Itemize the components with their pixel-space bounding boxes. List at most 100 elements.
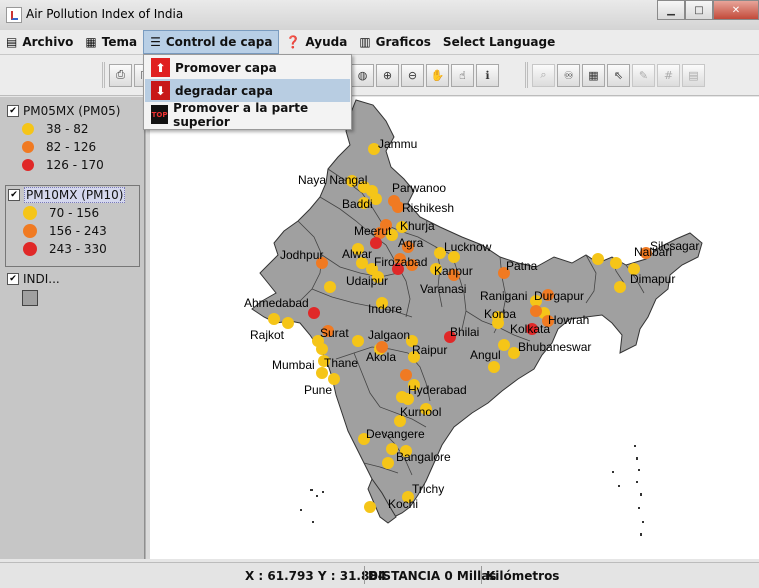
pollution-marker[interactable] [610, 257, 622, 269]
pollution-marker[interactable] [400, 369, 412, 381]
menu-bar: ▤ Archivo ▦ Tema ☰ Control de capa ❓ Ayu… [0, 30, 759, 55]
legend-layer-pm10[interactable]: ✔ PM10MX (PM10) 70 - 156 156 - 243 243 -… [5, 185, 140, 267]
menu-item-degradar-capa[interactable]: ⬇ degradar capa [145, 79, 350, 102]
menu-graficos[interactable]: ▥ Graficos [353, 31, 437, 53]
city-label: Jodhpur [280, 248, 323, 262]
legend-class: 70 - 156 [6, 204, 139, 222]
menu-label: Tema [101, 35, 138, 49]
legend-class-label: 156 - 243 [49, 224, 107, 238]
pollution-marker[interactable] [316, 343, 328, 355]
city-label: Raipur [412, 343, 447, 357]
legend-class: 126 - 170 [5, 156, 138, 174]
java-app-icon [6, 7, 22, 23]
select-hand-icon[interactable]: ☝ [451, 63, 474, 87]
city-label: Thane [324, 356, 358, 370]
city-label: Ranigani [480, 289, 527, 303]
orange-dot-icon [22, 141, 34, 153]
grid-icon: ▦ [85, 35, 97, 49]
city-label: Rajkot [250, 328, 285, 342]
distance-readout: DISTANCIA 0 Millas [368, 569, 497, 583]
layer-visibility-checkbox[interactable]: ✔ [8, 189, 20, 201]
maximize-button[interactable]: □ [685, 0, 713, 20]
map-canvas[interactable]: Jammu Naya Nangal Parwanoo Baddi Rishikesh Me… [150, 97, 759, 559]
city-label: Devangere [366, 427, 425, 441]
folder-icon: ▤ [6, 35, 18, 49]
pan-hand-icon[interactable]: ✋ [426, 63, 449, 87]
pollution-marker[interactable] [324, 281, 336, 293]
city-label: Hyderabad [408, 383, 467, 397]
query-table-icon[interactable]: ▦ [582, 63, 605, 87]
city-label: Agra [398, 236, 424, 250]
city-label: Baddi [342, 197, 373, 211]
polygon-fill-swatch [22, 290, 38, 306]
city-label: Khurja [400, 219, 435, 233]
menu-label: Archivo [22, 35, 74, 49]
status-divider [481, 566, 482, 584]
red-dot-icon [23, 242, 37, 256]
legend-class: 156 - 243 [6, 222, 139, 240]
units-readout: Kilómetros [486, 569, 560, 583]
city-label: Kurnool [400, 405, 441, 419]
legend-class: 243 - 330 [6, 240, 139, 258]
pointer-select-icon[interactable]: ⇖ [607, 63, 630, 87]
pollution-marker[interactable] [308, 307, 320, 319]
legend-class-label: 38 - 82 [46, 122, 89, 136]
info-icon[interactable]: ℹ [476, 63, 499, 87]
menu-item-promover-top[interactable]: TOP Promover a la parte superior [145, 101, 350, 129]
india-map: Jammu Naya Nangal Parwanoo Baddi Rishikesh Me… [244, 99, 703, 536]
city-label: Korba [484, 307, 516, 321]
menu-item-promover-capa[interactable]: ⬆ Promover capa [145, 56, 350, 79]
close-button[interactable]: ✕ [713, 0, 759, 20]
window-controls: ▁ □ ✕ [657, 0, 759, 20]
pollution-marker[interactable] [352, 335, 364, 347]
grid-lines-icon[interactable]: # [657, 63, 680, 87]
arrow-down-icon: ⬇ [151, 81, 170, 100]
menu-label: Ayuda [305, 35, 348, 49]
city-label: Angul [470, 348, 501, 362]
pollution-marker[interactable] [268, 313, 280, 325]
minimize-button[interactable]: ▁ [657, 0, 685, 20]
city-label: Firozabad [374, 255, 427, 269]
city-label: Lucknow [444, 240, 492, 254]
menu-ayuda[interactable]: ❓ Ayuda [279, 31, 353, 53]
pollution-marker[interactable] [592, 253, 604, 265]
city-label: Kochi [388, 497, 418, 511]
layer-visibility-checkbox[interactable]: ✔ [7, 273, 19, 285]
status-divider [364, 566, 365, 584]
red-dot-icon [22, 159, 34, 171]
table-icon[interactable]: ▤ [682, 63, 705, 87]
pollution-marker[interactable] [530, 305, 542, 317]
legend-layer-india[interactable]: ✔ INDI... [5, 270, 138, 308]
binoculars-icon[interactable]: ♾ [557, 63, 580, 87]
menu-control-de-capa[interactable]: ☰ Control de capa [143, 30, 280, 54]
city-label: Dimapur [630, 272, 675, 286]
window-title: Air Pollution Index of India [26, 7, 184, 21]
zoom-out-icon[interactable]: ⊖ [401, 63, 424, 87]
menu-item-label: degradar capa [175, 83, 274, 98]
city-label: Howrah [548, 313, 589, 327]
zoom-select-icon[interactable]: ⌕ [532, 63, 555, 87]
city-label: Indore [368, 302, 402, 316]
city-label: Kolkata [510, 322, 550, 336]
eraser-icon[interactable]: ✎ [632, 63, 655, 87]
legend-class: 82 - 126 [5, 138, 138, 156]
layer-visibility-checkbox[interactable]: ✔ [7, 105, 19, 117]
menu-label: Select Language [442, 35, 556, 49]
india-polygon [251, 99, 703, 518]
city-label: Rishikesh [402, 201, 454, 215]
city-label: Durgapur [534, 289, 584, 303]
pollution-marker[interactable] [488, 361, 500, 373]
menu-select-language[interactable]: Select Language [437, 31, 561, 53]
layer-name: INDI... [23, 272, 60, 286]
globe-icon[interactable]: ◍ [351, 63, 374, 87]
pollution-marker[interactable] [614, 281, 626, 293]
city-label: Surat [320, 326, 349, 340]
menu-archivo[interactable]: ▤ Archivo [0, 31, 79, 53]
pollution-marker[interactable] [364, 501, 376, 513]
zoom-in-icon[interactable]: ⊕ [376, 63, 399, 87]
city-label: Patna [506, 259, 538, 273]
menu-tema[interactable]: ▦ Tema [79, 31, 143, 53]
print-icon[interactable]: ⎙ [109, 63, 132, 87]
legend-layer-pm05[interactable]: ✔ PM05MX (PM05) 38 - 82 82 - 126 126 - 1… [5, 102, 138, 174]
pollution-marker[interactable] [382, 457, 394, 469]
